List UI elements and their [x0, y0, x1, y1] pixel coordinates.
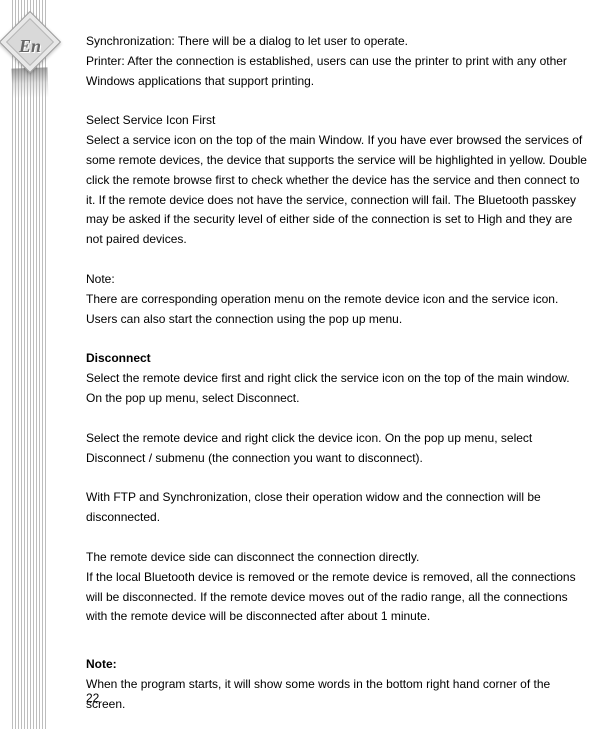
side-decoration: En	[12, 0, 48, 729]
paragraph-disconnect-1: Select the remote device first and right…	[86, 369, 588, 409]
blank-line	[86, 627, 588, 647]
paragraph-disconnect-2: Select the remote device and right click…	[86, 429, 588, 469]
note-text-1: There are corresponding operation menu o…	[86, 290, 588, 330]
blank-line	[86, 91, 588, 111]
page-content: Synchronization: There will be a dialog …	[86, 32, 588, 715]
heading-disconnect: Disconnect	[86, 349, 588, 369]
blank-line	[86, 647, 588, 655]
blank-line	[86, 468, 588, 488]
paragraph-remote-side: The remote device side can disconnect th…	[86, 548, 588, 568]
paragraph-select-service: Select a service icon on the top of the …	[86, 131, 588, 250]
badge-label: En	[8, 32, 52, 62]
paragraph-sync: Synchronization: There will be a dialog …	[86, 32, 588, 52]
note-label-2: Note:	[86, 655, 588, 675]
paragraph-remove: If the local Bluetooth device is removed…	[86, 568, 588, 627]
blank-line	[86, 528, 588, 548]
page-number: 22	[86, 689, 99, 709]
note-label-1: Note:	[86, 270, 588, 290]
stripe-pattern	[12, 0, 48, 729]
document-page: En Synchronization: There will be a dial…	[0, 0, 600, 729]
paragraph-printer: Printer: After the connection is establi…	[86, 52, 588, 92]
blank-line	[86, 409, 588, 429]
language-badge: En	[8, 20, 52, 64]
blank-line	[86, 329, 588, 349]
blank-line	[86, 250, 588, 270]
note-text-2: When the program starts, it will show so…	[86, 675, 588, 715]
paragraph-ftp-sync: With FTP and Synchronization, close thei…	[86, 488, 588, 528]
heading-select-service: Select Service Icon First	[86, 111, 588, 131]
